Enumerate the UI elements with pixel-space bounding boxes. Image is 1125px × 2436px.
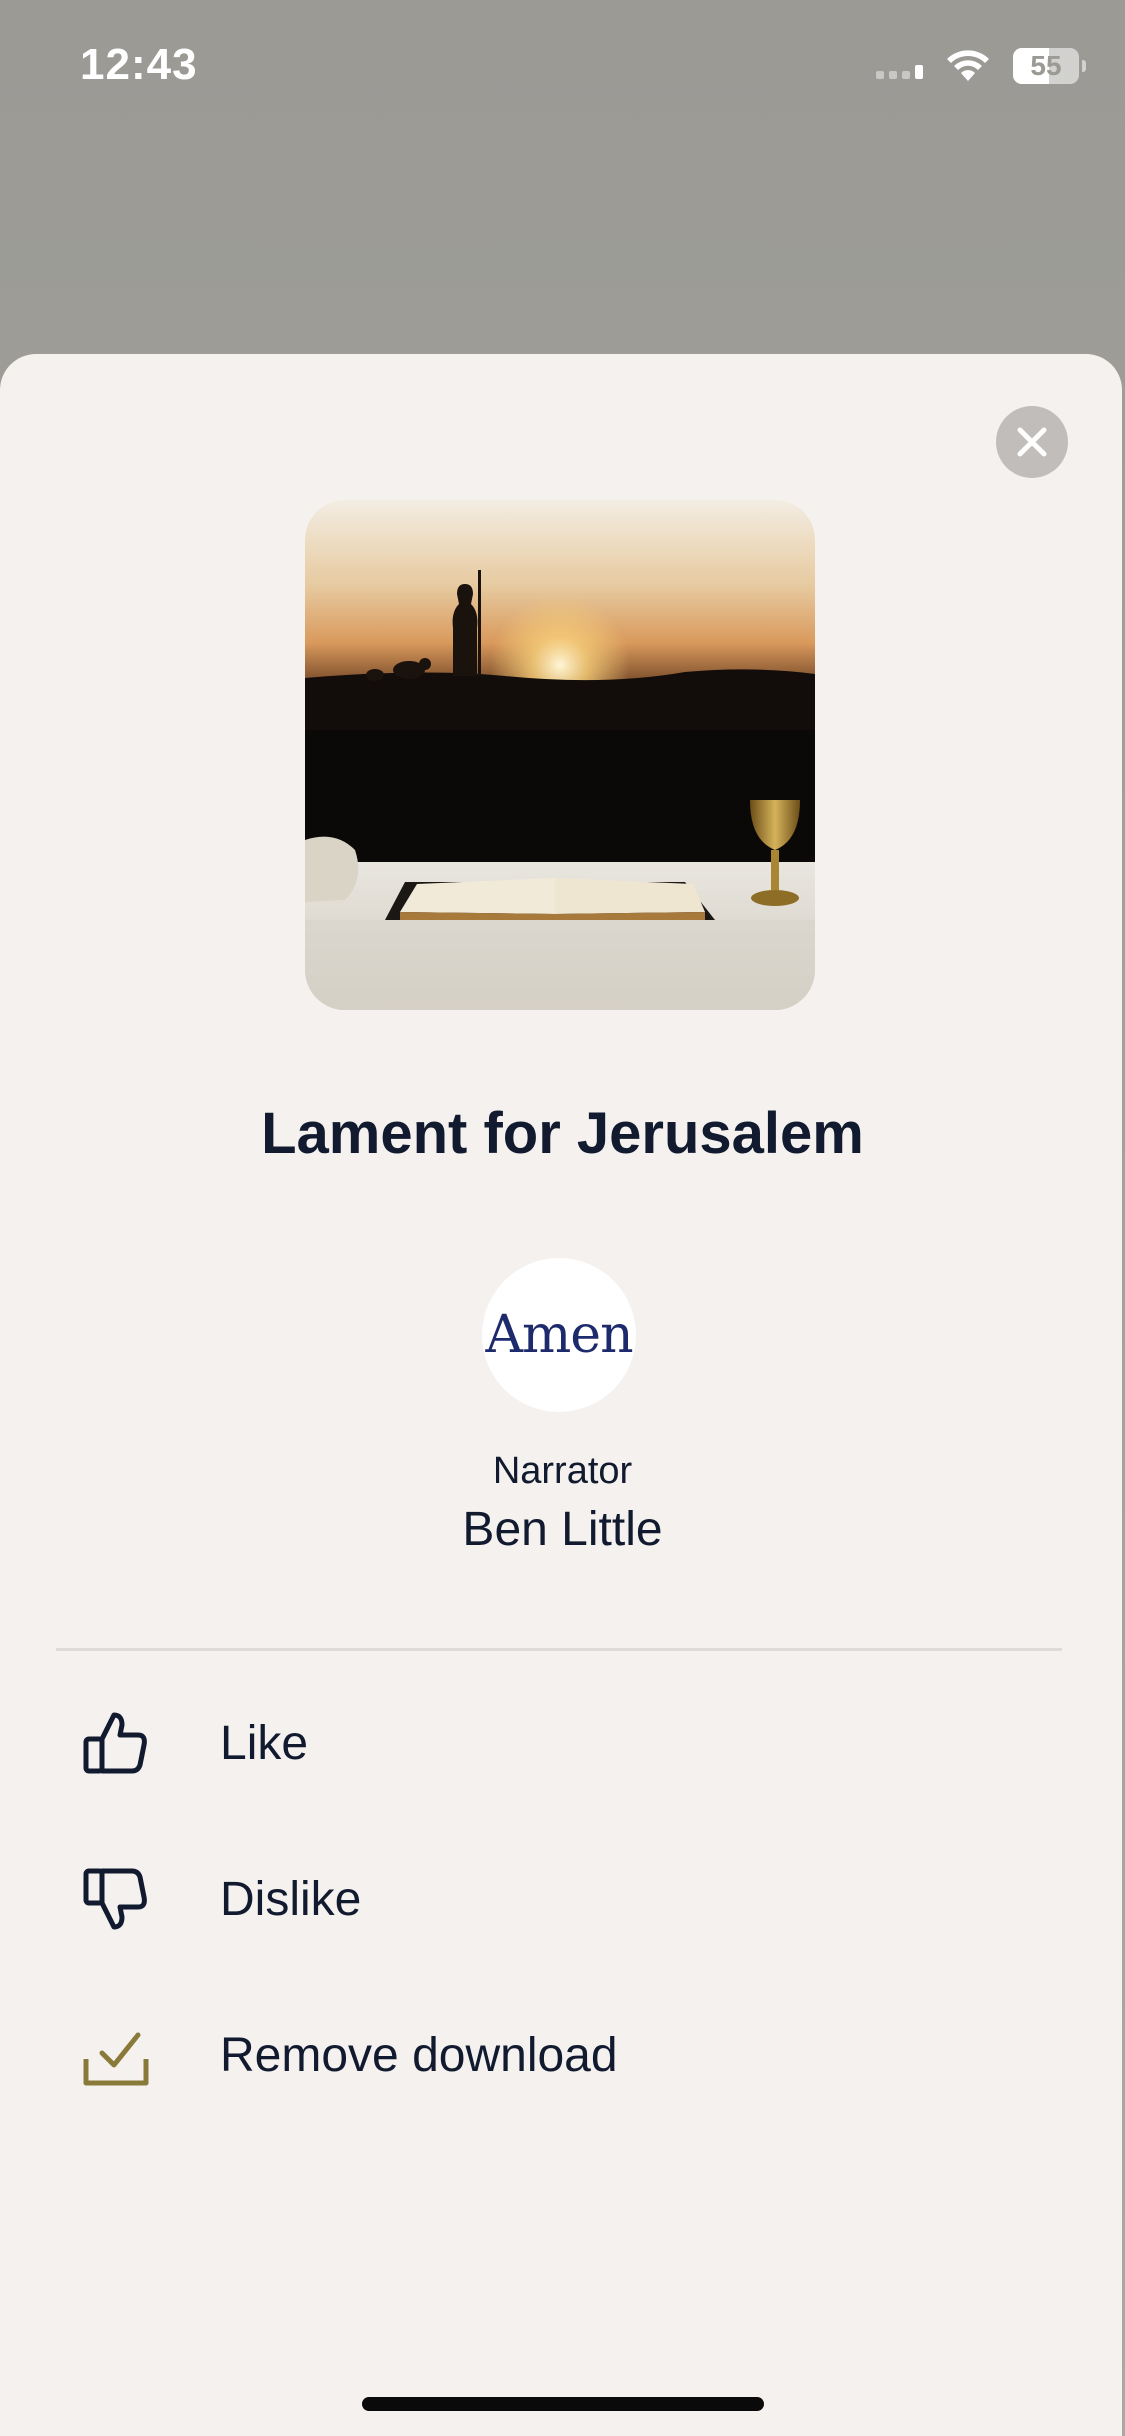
divider bbox=[56, 1648, 1062, 1651]
close-button[interactable] bbox=[996, 406, 1068, 478]
track-artwork bbox=[305, 500, 815, 1010]
home-indicator[interactable] bbox=[362, 2397, 764, 2411]
status-bar: 12:43 55 bbox=[0, 0, 1125, 140]
close-icon bbox=[1017, 427, 1047, 457]
status-indicators: 55 bbox=[876, 48, 1086, 84]
narrator-name[interactable]: Ben Little bbox=[0, 1502, 1125, 1557]
dislike-label: Dislike bbox=[220, 1872, 362, 1926]
status-time: 12:43 bbox=[80, 40, 198, 89]
amen-logo: Amen bbox=[485, 1305, 633, 1365]
thumbs-down-icon bbox=[83, 1868, 147, 1930]
wifi-icon bbox=[947, 50, 989, 81]
remove-download-button[interactable]: Remove download bbox=[0, 1995, 1122, 2115]
narrator-label: Narrator bbox=[492, 1450, 633, 1492]
like-button[interactable]: Like bbox=[0, 1683, 1122, 1803]
battery-icon: 55 bbox=[1013, 48, 1086, 84]
battery-level: 55 bbox=[1030, 50, 1062, 81]
dislike-button[interactable]: Dislike bbox=[0, 1839, 1122, 1959]
remove-download-label: Remove download bbox=[220, 2028, 618, 2082]
thumbs-up-icon bbox=[83, 1712, 147, 1774]
downloaded-check-icon bbox=[83, 2032, 149, 2086]
like-label: Like bbox=[220, 1716, 309, 1770]
track-title: Lament for Jerusalem bbox=[261, 1101, 864, 1166]
cellular-signal-icon bbox=[876, 53, 923, 79]
narrator-avatar: Amen bbox=[482, 1258, 636, 1412]
